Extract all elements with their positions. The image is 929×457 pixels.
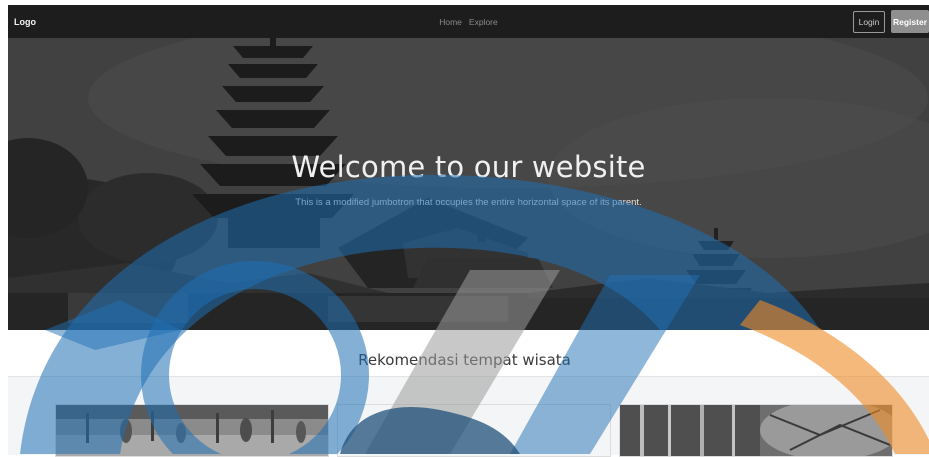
recommendations-title: Rekomendasi tempat wisata <box>358 351 571 369</box>
hero-overlay <box>8 38 929 330</box>
destination-image-3 <box>620 405 892 456</box>
nav-link-explore[interactable]: Explore <box>469 17 498 27</box>
logo[interactable]: Logo <box>14 17 36 27</box>
destination-card-3[interactable] <box>619 404 893 457</box>
hero-subtitle: This is a modified jumbotron that occupi… <box>295 197 642 208</box>
hero-jumbotron: Welcome to our website This is a modifie… <box>8 38 929 330</box>
destination-image-1 <box>56 405 328 456</box>
register-button[interactable]: Register <box>891 10 929 33</box>
nav-links: Home Explore <box>8 5 929 38</box>
login-button[interactable]: Login <box>853 10 885 33</box>
destination-card-1[interactable] <box>55 404 329 457</box>
auth-buttons: Login Register <box>853 10 929 33</box>
recommendations-cards-area <box>8 376 929 457</box>
navbar: Logo Home Explore Login Register <box>8 5 929 38</box>
hero-title: Welcome to our website <box>291 150 646 184</box>
nav-link-home[interactable]: Home <box>439 17 462 27</box>
destination-card-2[interactable] <box>337 404 611 457</box>
